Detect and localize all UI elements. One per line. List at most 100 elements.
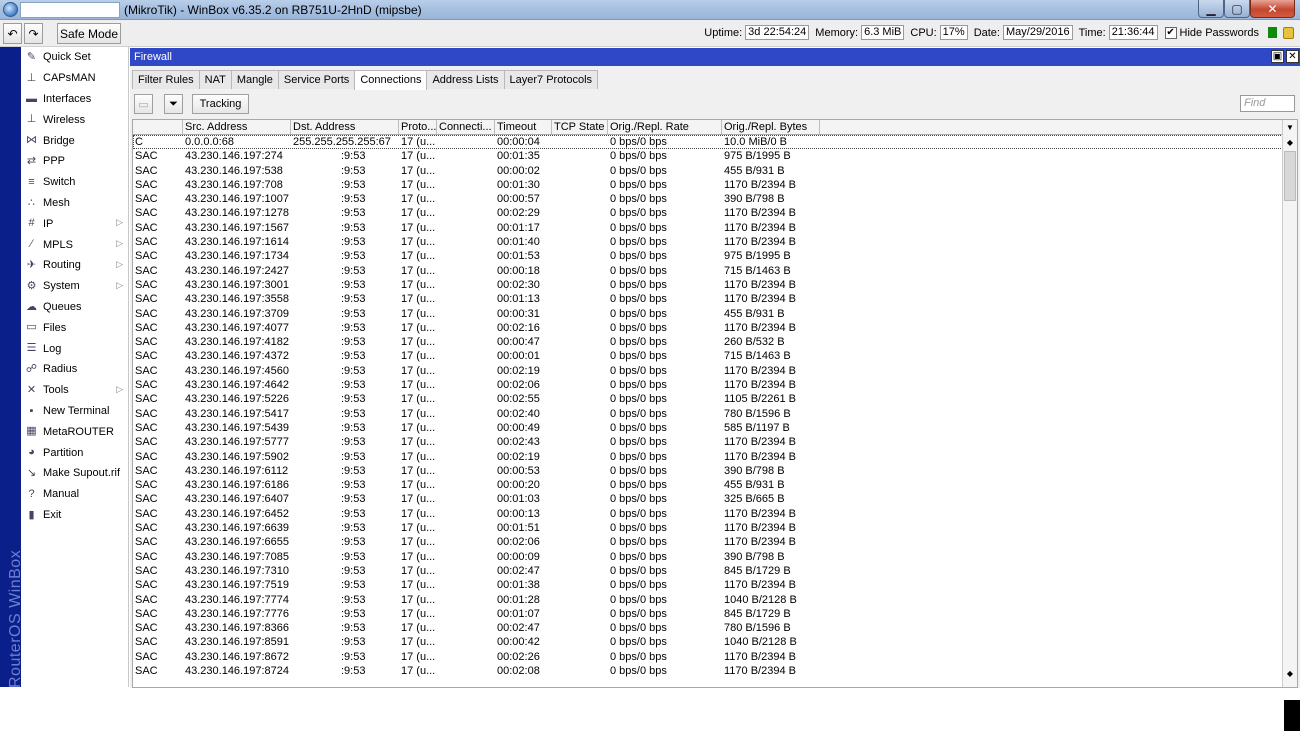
menu-item-new-terminal[interactable]: ▪ New Terminal [21, 401, 128, 422]
scroll-thumb[interactable] [1284, 151, 1296, 201]
table-row[interactable]: SAC 43.230.146.197:7776:9:53 17 (u... 00:01… [133, 606, 1283, 621]
tab-layer7-protocols[interactable]: Layer7 Protocols [503, 70, 599, 89]
table-row[interactable]: SAC 43.230.146.197:3001:9:53 17 (u... 00:02… [133, 277, 1283, 292]
tab-nat[interactable]: NAT [198, 70, 232, 89]
remove-button[interactable]: ▭ [134, 94, 153, 114]
table-row[interactable]: SAC 43.230.146.197:538:9:53 17 (u... 00:00:… [133, 163, 1283, 178]
column-header[interactable]: TCP State [552, 120, 608, 134]
table-row[interactable]: SAC 43.230.146.197:7310:9:53 17 (u... 00:02… [133, 563, 1283, 578]
close-window-button[interactable]: ✕ [1286, 50, 1299, 63]
column-header[interactable]: Dst. Address [291, 120, 399, 134]
menu-item-make-supout-rif[interactable]: ↘ Make Supout.rif [21, 463, 128, 484]
menu-item-wireless[interactable]: ⊥ Wireless [21, 109, 128, 130]
tab-mangle[interactable]: Mangle [230, 70, 279, 89]
tracking-button[interactable]: Tracking [192, 94, 249, 114]
menu-item-mpls[interactable]: ⁄ MPLS ▷ [21, 234, 128, 255]
table-row[interactable]: SAC 43.230.146.197:1007:9:53 17 (u... 00:00… [133, 192, 1283, 206]
table-row[interactable]: SAC 43.230.146.197:8672:9:53 17 (u... 00:02… [133, 649, 1283, 664]
menu-item-switch[interactable]: ≡ Switch [21, 172, 128, 193]
table-row[interactable]: SAC 43.230.146.197:6639:9:53 17 (u... 00:01… [133, 521, 1283, 535]
table-row[interactable]: SAC 43.230.146.197:5777:9:53 17 (u... 00:02… [133, 435, 1283, 449]
column-menu-icon[interactable]: ▼ [1283, 120, 1297, 135]
table-row[interactable]: SAC 43.230.146.197:6655:9:53 17 (u... 00:02… [133, 535, 1283, 549]
hide-passwords-checkbox[interactable]: ✔ [1164, 26, 1177, 39]
menu-item-metarouter[interactable]: ▦ MetaROUTER [21, 421, 128, 442]
menu-item-interfaces[interactable]: ▬ Interfaces [21, 89, 128, 110]
table-cell: 00:02:47 [497, 622, 540, 635]
menu-item-partition[interactable]: ◕ Partition [21, 442, 128, 463]
maximize-button[interactable]: ▢ [1224, 0, 1250, 18]
table-row[interactable]: SAC 43.230.146.197:4077:9:53 17 (u... 00:02… [133, 320, 1283, 335]
table-row[interactable]: SAC 43.230.146.197:3709:9:53 17 (u... 00:00… [133, 306, 1283, 321]
table-row[interactable]: SAC 43.230.146.197:2427:9:53 17 (u... 00:00… [133, 263, 1283, 278]
menu-item-queues[interactable]: ☁ Queues [21, 297, 128, 318]
filter-button[interactable]: ⏷ [164, 94, 183, 114]
column-header[interactable]: Orig./Repl. Rate [608, 120, 722, 134]
menu-item-mesh[interactable]: ∴ Mesh [21, 193, 128, 214]
table-row[interactable]: SAC 43.230.146.197:274:9:53 17 (u... 00:01:… [133, 149, 1283, 163]
column-header[interactable]: Proto... [399, 120, 437, 134]
redo-button[interactable]: ↷ [24, 23, 43, 44]
table-row[interactable]: SAC 43.230.146.197:5226:9:53 17 (u... 00:02… [133, 392, 1283, 406]
table-row[interactable]: SAC 43.230.146.197:4560:9:53 17 (u... 00:02… [133, 363, 1283, 378]
column-header[interactable] [133, 120, 183, 134]
scroll-down-icon[interactable]: ◆ [1283, 667, 1297, 681]
table-row[interactable]: SAC 43.230.146.197:6407:9:53 17 (u... 00:01… [133, 492, 1283, 506]
menu-item-files[interactable]: ▭ Files [21, 317, 128, 338]
table-row[interactable]: SAC 43.230.146.197:7085:9:53 17 (u... 00:00… [133, 549, 1283, 564]
tab-filter-rules[interactable]: Filter Rules [132, 70, 200, 89]
tab-service-ports[interactable]: Service Ports [277, 70, 356, 89]
table-row[interactable]: SAC 43.230.146.197:5439:9:53 17 (u... 00:00… [133, 420, 1283, 435]
table-row[interactable]: SAC 43.230.146.197:7774:9:53 17 (u... 00:01… [133, 592, 1283, 607]
menu-item-radius[interactable]: ☍ Radius [21, 359, 128, 380]
scroll-up-icon[interactable]: ◆ [1283, 136, 1297, 150]
menu-item-bridge[interactable]: ⋈ Bridge [21, 130, 128, 151]
table-row[interactable]: SAC 43.230.146.197:7519:9:53 17 (u... 00:01… [133, 578, 1283, 592]
menu-item-log[interactable]: ☰ Log [21, 338, 128, 359]
table-row[interactable]: SAC 43.230.146.197:6186:9:53 17 (u... 00:00… [133, 478, 1283, 492]
tab-address-lists[interactable]: Address Lists [426, 70, 505, 89]
menu-item-manual[interactable]: ? Manual [21, 484, 128, 505]
table-row[interactable]: SAC 43.230.146.197:4642:9:53 17 (u... 00:02… [133, 378, 1283, 392]
column-header[interactable]: Src. Address [183, 120, 291, 134]
menu-item-exit[interactable]: ▮ Exit [21, 505, 128, 526]
dst-address-text: :9:53 [341, 178, 366, 191]
column-header[interactable]: Timeout [495, 120, 552, 134]
minimize-button[interactable]: ▁ [1198, 0, 1224, 18]
find-input[interactable]: Find [1240, 95, 1295, 112]
safe-mode-button[interactable]: Safe Mode [57, 23, 121, 44]
column-header[interactable]: Connecti... [437, 120, 495, 134]
table-row[interactable]: SAC 43.230.146.197:5902:9:53 17 (u... 00:02… [133, 449, 1283, 464]
table-row[interactable]: SAC 43.230.146.197:3558:9:53 17 (u... 00:01… [133, 292, 1283, 306]
table-row[interactable]: C 0.0.0.0:68 255.255.255.255:67 17 (u... 00:… [133, 135, 1283, 150]
column-header[interactable]: Orig./Repl. Bytes [722, 120, 820, 134]
menu-item-ppp[interactable]: ⇄ PPP [21, 151, 128, 172]
menu-item-routing[interactable]: ✈ Routing ▷ [21, 255, 128, 276]
redaction-mask [293, 406, 341, 419]
menu-item-capsman[interactable]: ⊥ CAPsMAN [21, 68, 128, 89]
menu-item-tools[interactable]: ✕ Tools ▷ [21, 380, 128, 401]
table-row[interactable]: SAC 43.230.146.197:1734:9:53 17 (u... 00:01… [133, 249, 1283, 263]
table-row[interactable]: SAC 43.230.146.197:8724:9:53 17 (u... 00:02… [133, 663, 1283, 678]
tab-connections[interactable]: Connections [354, 70, 428, 90]
table-row[interactable]: SAC 43.230.146.197:1278:9:53 17 (u... 00:02… [133, 206, 1283, 220]
restore-window-button[interactable]: ▣ [1271, 50, 1284, 63]
menu-item-system[interactable]: ⚙ System ▷ [21, 276, 128, 297]
menu-item-ip[interactable]: # IP ▷ [21, 213, 128, 234]
close-button[interactable]: ✕ [1250, 0, 1295, 18]
undo-button[interactable]: ↶ [3, 23, 22, 44]
table-row[interactable]: SAC 43.230.146.197:5417:9:53 17 (u... 00:02… [133, 406, 1283, 421]
table-row[interactable]: SAC 43.230.146.197:8366:9:53 17 (u... 00:02… [133, 621, 1283, 635]
column-header[interactable] [820, 120, 1297, 134]
table-row[interactable]: SAC 43.230.146.197:6452:9:53 17 (u... 00:00… [133, 506, 1283, 521]
menu-item-quick-set[interactable]: ✎ Quick Set [21, 47, 128, 68]
table-row[interactable]: SAC 43.230.146.197:1614:9:53 17 (u... 00:01… [133, 235, 1283, 249]
table-row[interactable]: SAC 43.230.146.197:4182:9:53 17 (u... 00:00… [133, 335, 1283, 349]
table-row[interactable]: SAC 43.230.146.197:8591:9:53 17 (u... 00:00… [133, 635, 1283, 649]
table-row[interactable]: SAC 43.230.146.197:6112:9:53 17 (u... 00:00… [133, 463, 1283, 478]
winbox-logo-icon[interactable] [3, 2, 18, 17]
table-row[interactable]: SAC 43.230.146.197:4372:9:53 17 (u... 00:00… [133, 349, 1283, 363]
table-row[interactable]: SAC 43.230.146.197:708:9:53 17 (u... 00:01:… [133, 177, 1283, 192]
vertical-scrollbar[interactable]: ▼ ◆ ◆ [1282, 120, 1297, 687]
table-row[interactable]: SAC 43.230.146.197:1567:9:53 17 (u... 00:01… [133, 220, 1283, 235]
